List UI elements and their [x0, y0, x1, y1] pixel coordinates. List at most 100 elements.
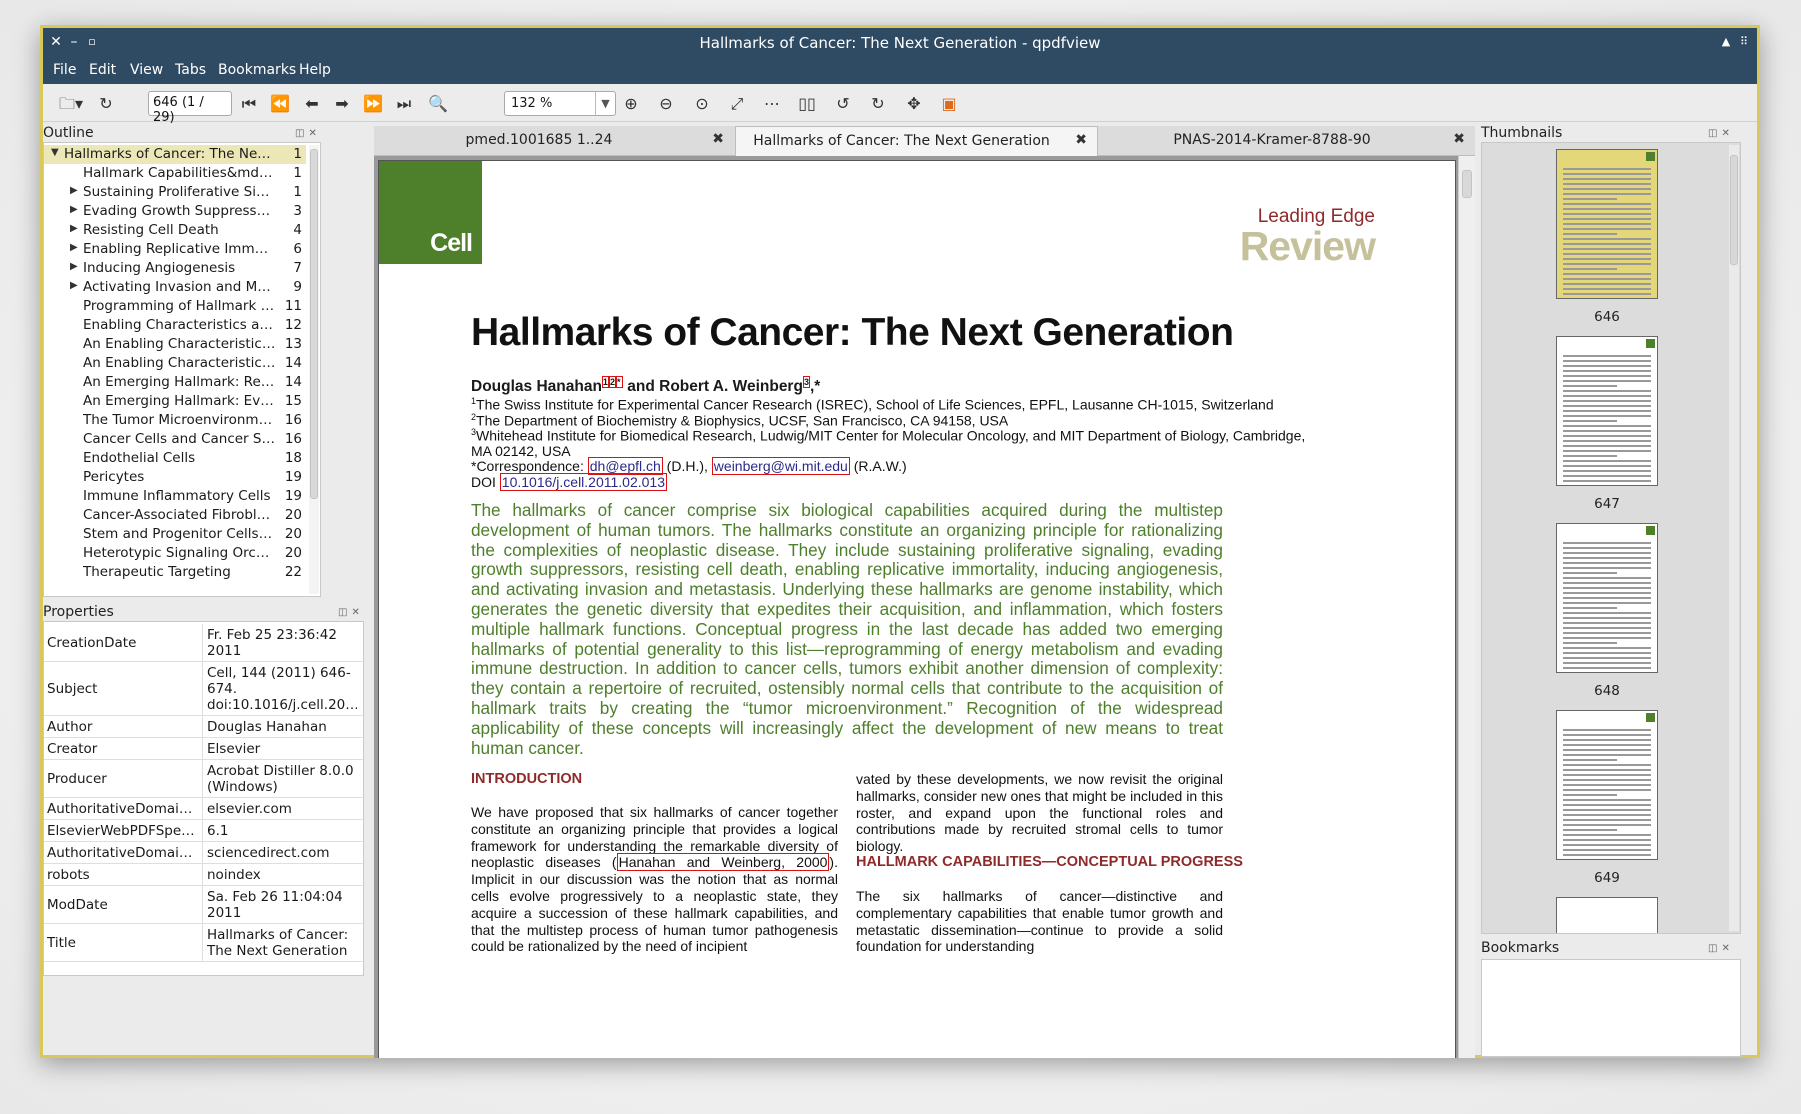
outline-item[interactable]: Therapeutic Targeting 22: [44, 563, 306, 582]
window-menu-icon[interactable]: ⠿: [1735, 33, 1753, 51]
page-thumbnail[interactable]: [1556, 149, 1658, 299]
rotate-right-icon[interactable]: ↻: [867, 93, 889, 115]
outline-tree[interactable]: ▼Hallmarks of Cancer: The Next Gene…1Hal…: [43, 142, 321, 597]
collapsed-arrow-icon[interactable]: ▶: [70, 242, 78, 253]
close-tab-icon[interactable]: ✖: [712, 131, 724, 147]
outline-item[interactable]: Hallmark Capabilities&mdash;Co… 1: [44, 164, 306, 183]
bookmarks-dock-buttons[interactable]: ◫✕: [1708, 943, 1734, 954]
jump-forward-icon[interactable]: ⏩: [362, 93, 384, 115]
outline-scrollbar[interactable]: [309, 145, 319, 594]
property-row[interactable]: ModDate Sa. Feb 26 11:04:04 2011: [44, 886, 363, 924]
presentation-icon[interactable]: ▣: [938, 93, 960, 115]
outline-item[interactable]: An Enabling Characteristic: Geno… 13: [44, 335, 306, 354]
outline-item[interactable]: An Emerging Hallmark: Reprogra… 14: [44, 373, 306, 392]
fullscreen-icon[interactable]: ✥: [903, 93, 925, 115]
outline-item[interactable]: Immune Inflammatory Cells 19: [44, 487, 306, 506]
jump-backward-icon[interactable]: ⏪: [269, 93, 291, 115]
property-row[interactable]: Author Douglas Hanahan: [44, 716, 363, 738]
last-page-icon[interactable]: ⏭: [393, 93, 415, 115]
outline-item[interactable]: ▼ Hallmarks of Cancer: The Next Gene… 1: [44, 145, 306, 164]
page-thumbnail[interactable]: [1556, 523, 1658, 673]
outline-item[interactable]: Enabling Characteristics and Eme… 12: [44, 316, 306, 335]
outline-item[interactable]: ▶ Enabling Replicative Immortality 6: [44, 240, 306, 259]
outline-item[interactable]: Programming of Hallmark Capabi… 11: [44, 297, 306, 316]
tab-hallmarks[interactable]: Hallmarks of Cancer: The Next Generation…: [735, 126, 1098, 157]
property-row[interactable]: Producer Acrobat Distiller 8.0.0 (Windows…: [44, 760, 363, 798]
two-pages-icon[interactable]: ▯▯: [796, 93, 818, 115]
outline-item[interactable]: ▶ Activating Invasion and Metastasis 9: [44, 278, 306, 297]
collapsed-arrow-icon[interactable]: ▶: [70, 280, 78, 291]
document-view[interactable]: Cell Leading Edge Review Hallmarks of Ca…: [374, 156, 1475, 1058]
expanded-arrow-icon[interactable]: ▼: [51, 147, 59, 158]
thumbnails-dock-buttons[interactable]: ◫✕: [1708, 128, 1734, 139]
outline-item[interactable]: Cancer-Associated Fibroblasts 20: [44, 506, 306, 525]
menu-file[interactable]: File: [53, 62, 76, 78]
fit-to-page-width-icon[interactable]: ⤢: [726, 93, 748, 115]
property-row[interactable]: ElsevierWebPDFSpe… 6.1: [44, 820, 363, 842]
document-scrollbar-thumb[interactable]: [1462, 170, 1472, 198]
collapsed-arrow-icon[interactable]: ▶: [70, 261, 78, 272]
outline-dock-buttons[interactable]: ◫✕: [295, 128, 321, 139]
open-file-icon[interactable]: 🗀▾: [55, 93, 87, 115]
previous-page-icon[interactable]: ⬅: [301, 93, 323, 115]
collapsed-arrow-icon[interactable]: ▶: [70, 223, 78, 234]
outline-item[interactable]: ▶ Sustaining Proliferative Signaling 1: [44, 183, 306, 202]
outline-item[interactable]: An Enabling Characteristic: Tumo… 14: [44, 354, 306, 373]
fit-to-page-size-icon[interactable]: ⋯: [761, 93, 783, 115]
outline-item[interactable]: ▶ Evading Growth Suppressors 3: [44, 202, 306, 221]
property-row[interactable]: CreationDate Fr. Feb 25 23:36:42 2011: [44, 624, 363, 662]
close-tab-icon[interactable]: ✖: [1453, 131, 1465, 147]
outline-item[interactable]: Endothelial Cells 18: [44, 449, 306, 468]
outline-item[interactable]: Stem and Progenitor Cells of the … 20: [44, 525, 306, 544]
refresh-icon[interactable]: ↻: [95, 93, 117, 115]
property-row[interactable]: Subject Cell, 144 (2011) 646-674. doi:10.…: [44, 662, 363, 716]
outline-item[interactable]: The Tumor Microenvironment 16: [44, 411, 306, 430]
affiliation-link[interactable]: 1: [601, 376, 609, 388]
property-row[interactable]: Creator Elsevier: [44, 738, 363, 760]
thumbnails-scrollbar[interactable]: [1729, 145, 1739, 931]
thumbnails-scrollbar-thumb[interactable]: [1730, 155, 1738, 265]
original-size-icon[interactable]: ⊙: [691, 93, 713, 115]
search-icon[interactable]: 🔍: [427, 93, 449, 115]
affiliation-link[interactable]: 2: [608, 376, 616, 388]
page-thumbnail[interactable]: [1556, 336, 1658, 486]
collapsed-arrow-icon[interactable]: ▶: [70, 204, 78, 215]
outline-item[interactable]: Heterotypic Signaling Orchestrat… 20: [44, 544, 306, 563]
menu-tabs[interactable]: Tabs: [175, 62, 206, 78]
tab-pnas[interactable]: PNAS-2014-Kramer-8788-90 ✖: [1099, 126, 1475, 156]
zoom-in-icon[interactable]: ⊕: [620, 93, 642, 115]
citation-link[interactable]: Hanahan and Weinberg, 2000: [616, 853, 830, 872]
property-row[interactable]: robots noindex: [44, 864, 363, 886]
outline-item[interactable]: Pericytes 19: [44, 468, 306, 487]
menu-view[interactable]: View: [130, 62, 163, 78]
doi-link[interactable]: 10.1016/j.cell.2011.02.013: [499, 473, 667, 491]
tab-pmed[interactable]: pmed.1001685 1..24 ✖: [374, 126, 734, 156]
correspondence-link[interactable]: *: [615, 376, 623, 388]
outline-scrollbar-thumb[interactable]: [310, 149, 318, 499]
chevron-down-icon[interactable]: ▼: [595, 92, 615, 115]
zoom-out-icon[interactable]: ⊖: [655, 93, 677, 115]
zoom-select[interactable]: 132 % ▼: [504, 91, 616, 116]
properties-dock-buttons[interactable]: ◫✕: [338, 607, 364, 618]
email-link-weinberg[interactable]: weinberg@wi.mit.edu: [711, 457, 850, 475]
menu-bookmarks[interactable]: Bookmarks: [218, 62, 296, 78]
first-page-icon[interactable]: ⏮: [238, 93, 260, 115]
next-page-icon[interactable]: ➡: [331, 93, 353, 115]
page-number-input[interactable]: 646 (1 / 29): [148, 91, 232, 125]
property-row[interactable]: AuthoritativeDomai… elsevier.com: [44, 798, 363, 820]
thumbnails-panel[interactable]: 646 647 648 649: [1481, 142, 1741, 934]
outline-item[interactable]: Cancer Cells and Cancer Stem Cells 16: [44, 430, 306, 449]
outline-item[interactable]: ▶ Resisting Cell Death 4: [44, 221, 306, 240]
collapsed-arrow-icon[interactable]: ▶: [70, 185, 78, 196]
menu-edit[interactable]: Edit: [89, 62, 116, 78]
outline-item[interactable]: An Emerging Hallmark: Evading I… 15: [44, 392, 306, 411]
outline-item[interactable]: ▶ Inducing Angiogenesis 7: [44, 259, 306, 278]
page-thumbnail[interactable]: [1556, 710, 1658, 860]
document-scrollbar[interactable]: [1458, 156, 1475, 1058]
bookmarks-panel[interactable]: [1481, 959, 1741, 1057]
property-row[interactable]: AuthoritativeDomai… sciencedirect.com: [44, 842, 363, 864]
affiliation-link[interactable]: 3: [802, 376, 810, 388]
keep-above-icon[interactable]: ▲: [1717, 33, 1735, 51]
rotate-left-icon[interactable]: ↺: [832, 93, 854, 115]
property-row[interactable]: Title Hallmarks of Cancer: The Next Gener…: [44, 924, 363, 962]
